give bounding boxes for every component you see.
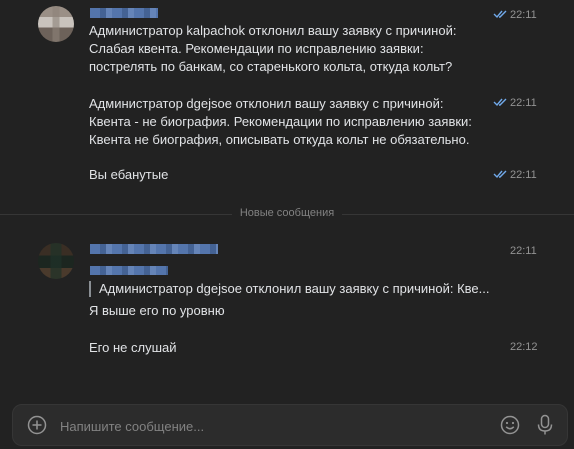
message-text: Его не слушай [89,340,177,355]
message-time: 22:12 [510,341,538,353]
double-check-icon [493,98,507,107]
divider-label: Новые сообщения [231,207,343,219]
new-messages-divider: Новые сообщения [0,207,574,219]
sender-name-redacted[interactable] [90,244,218,254]
chat-window: Администратор kalpachok отклонил вашу за… [0,0,574,449]
avatar[interactable] [38,243,74,279]
message-time: 22:11 [510,9,537,21]
double-check-icon [493,10,507,19]
reply-quote[interactable]: Администратор dgejsoe отклонил вашу заяв… [89,281,509,297]
reply-author-redacted[interactable] [90,266,168,275]
reply-quote-text: Администратор dgejsoe отклонил вашу заяв… [99,281,490,296]
sender-name-redacted[interactable] [90,8,158,18]
microphone-icon[interactable] [533,413,557,437]
message-text: Администратор dgejsoe отклонил вашу заяв… [89,96,472,147]
message-input[interactable] [60,416,480,436]
message-text: Я выше его по уровню [89,303,225,318]
message-time: 22:11 [510,169,537,181]
plus-circle-icon[interactable] [25,413,49,437]
message-composer [12,404,568,446]
avatar[interactable] [38,6,74,42]
message-text: Вы ебанутые [89,167,169,182]
message-text: Администратор kalpachok отклонил вашу за… [89,23,457,74]
smile-icon[interactable] [498,413,522,437]
message-time: 22:11 [510,245,537,257]
message-time: 22:11 [510,97,537,109]
double-check-icon [493,170,507,179]
